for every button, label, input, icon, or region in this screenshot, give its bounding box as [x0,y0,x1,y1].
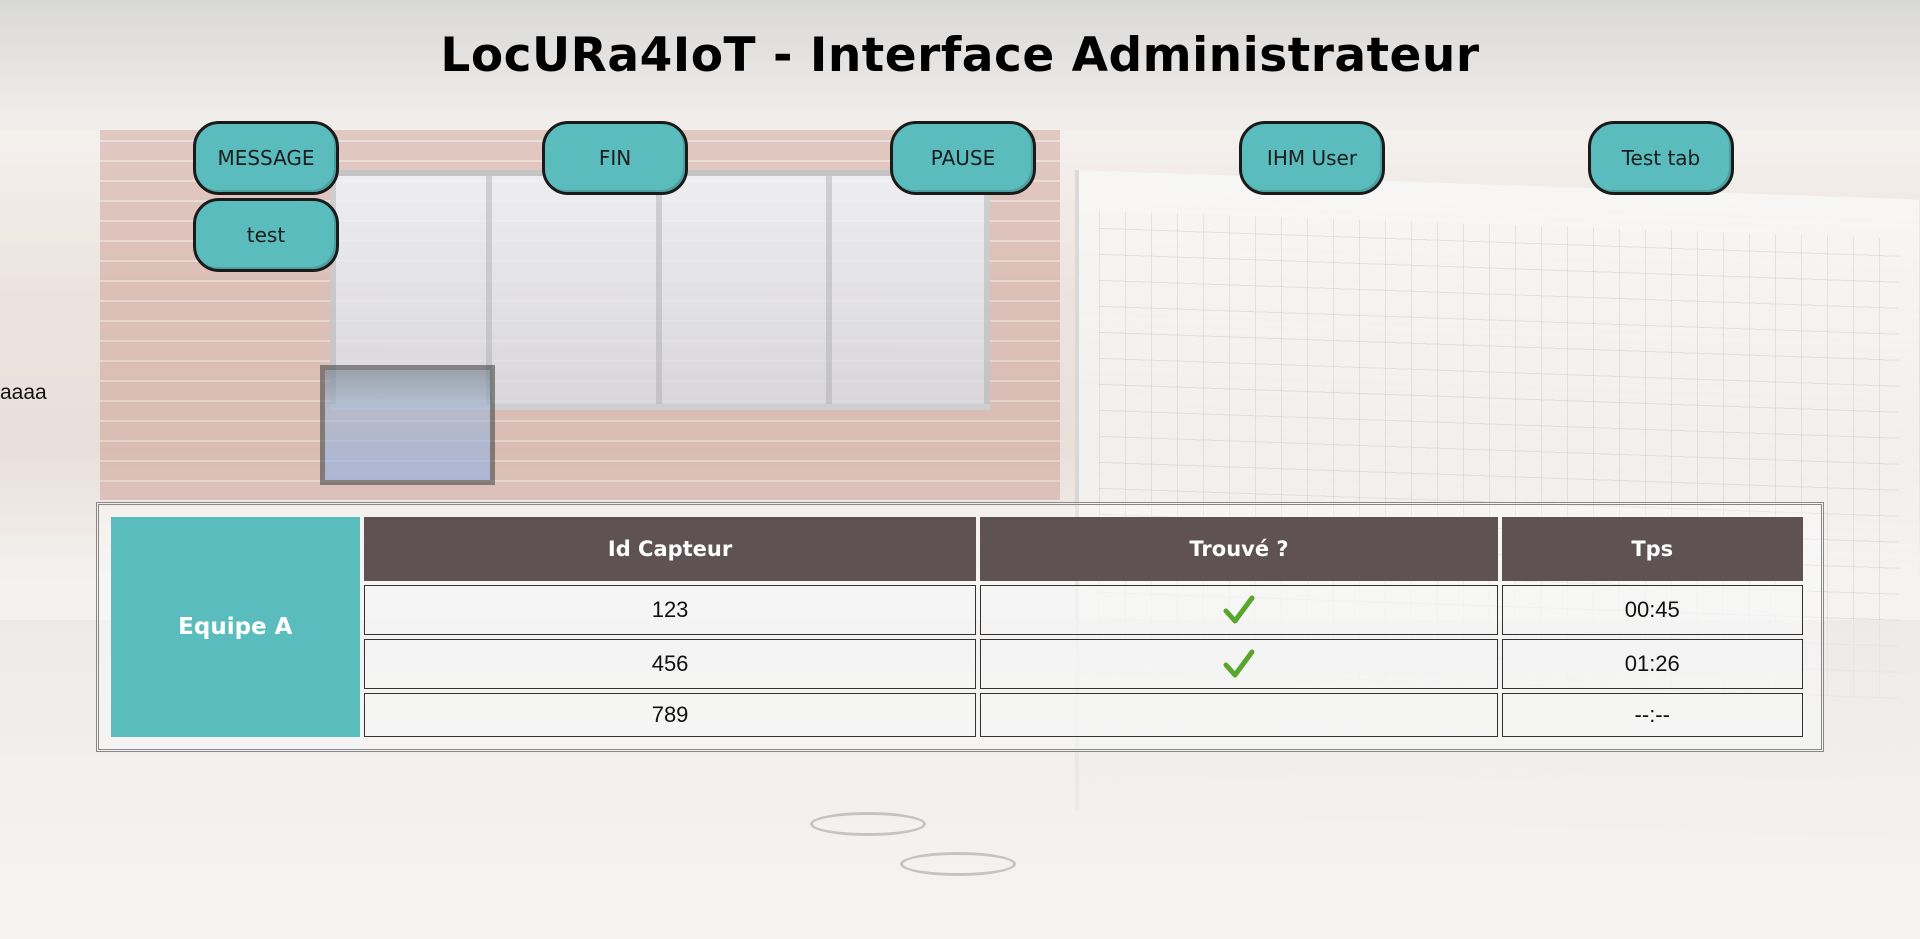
background-stool [810,812,926,836]
stray-text: aaaa [0,381,47,404]
column-header-id: Id Capteur [363,517,977,581]
column-header-time: Tps [1501,517,1803,581]
test-tab-button[interactable]: Test tab [1588,121,1734,195]
check-icon [1223,649,1255,678]
team-name-cell: Equipe A [111,517,360,737]
table-row: 123 00:45 [111,585,1803,635]
background-stool [900,852,1016,876]
results-table: Equipe A Id Capteur Trouvé ? Tps 123 00:… [107,513,1807,741]
cell-found [980,585,1498,635]
background-monitor [320,365,495,485]
test-button[interactable]: test [193,198,339,272]
cell-time: 00:45 [1501,585,1803,635]
ihm-user-button[interactable]: IHM User [1239,121,1385,195]
page-title: LocURa4IoT - Interface Administrateur [440,28,1480,83]
table-header-row: Equipe A Id Capteur Trouvé ? Tps [111,517,1803,737]
column-header-found: Trouvé ? [980,517,1498,581]
results-table-container: Equipe A Id Capteur Trouvé ? Tps 123 00:… [96,502,1824,752]
cell-time: --:-- [1501,693,1803,737]
cell-sensor-id: 123 [363,585,977,635]
cell-found [980,693,1498,737]
check-icon [1223,595,1255,624]
message-button[interactable]: MESSAGE [193,121,339,195]
table-row: 456 01:26 [111,639,1803,689]
background-window [330,170,990,410]
pause-button[interactable]: PAUSE [890,121,1036,195]
cell-found [980,639,1498,689]
table-row: 789 --:-- [111,693,1803,737]
fin-button[interactable]: FIN [542,121,688,195]
cell-sensor-id: 456 [363,639,977,689]
cell-time: 01:26 [1501,639,1803,689]
cell-sensor-id: 789 [363,693,977,737]
